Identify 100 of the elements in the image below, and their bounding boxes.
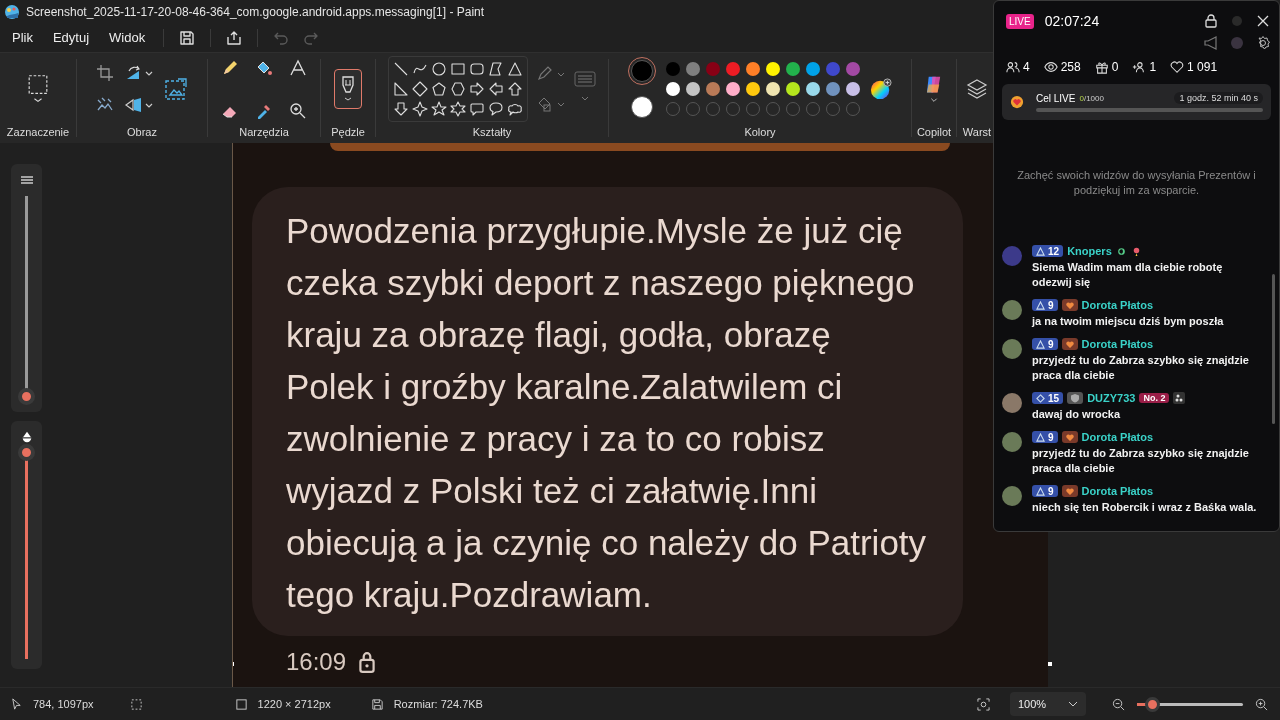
color-swatch[interactable]	[726, 62, 740, 77]
color-swatch[interactable]	[786, 62, 800, 77]
heart-badge-icon	[1061, 338, 1078, 350]
zoom-dropdown[interactable]: 100%	[1010, 692, 1086, 717]
arrow-right-icon[interactable]	[469, 81, 485, 98]
color-swatch[interactable]	[666, 62, 680, 77]
color-swatch[interactable]	[746, 62, 760, 77]
level-number: 15	[1048, 392, 1060, 404]
chat-message: Siema Wadim mam dla ciebie robotę odezwij się	[1032, 260, 1224, 290]
arrow-left-icon[interactable]	[488, 81, 504, 98]
four-point-star-icon[interactable]	[412, 101, 428, 118]
scrollbar[interactable]	[1272, 274, 1275, 424]
color-swatch[interactable]	[666, 82, 680, 97]
hexagon-icon[interactable]	[450, 81, 466, 98]
megaphone-icon[interactable]	[1203, 35, 1219, 51]
knot-icon	[1115, 245, 1127, 257]
user-name[interactable]: Dorota Płatos	[1081, 338, 1154, 350]
close-icon[interactable]	[1255, 13, 1271, 29]
chat-message: dawaj do wrocka	[1032, 407, 1122, 422]
triangle-icon	[1036, 246, 1045, 256]
magnifier-icon[interactable]	[289, 101, 307, 120]
opacity-slider-thumb[interactable]	[18, 443, 35, 461]
arrow-up-icon[interactable]	[507, 81, 523, 98]
color-swatch[interactable]	[846, 62, 860, 77]
canvas-size-icon	[234, 697, 248, 711]
speech-bubble-icon[interactable]	[469, 101, 485, 118]
avatar[interactable]	[1002, 432, 1022, 452]
text-icon[interactable]	[289, 58, 307, 77]
user-name[interactable]: Dorota Płatos	[1081, 485, 1154, 497]
color-swatch[interactable]	[786, 82, 800, 97]
goal-time-remaining: 1 godz. 52 min 40 s	[1174, 92, 1263, 104]
avatar[interactable]	[1002, 339, 1022, 359]
rectangle-icon[interactable]	[450, 61, 466, 78]
avatar[interactable]	[1002, 300, 1022, 320]
fit-to-window-icon[interactable]	[977, 697, 990, 711]
zoom-slider-thumb[interactable]	[1144, 696, 1160, 712]
menu-item[interactable]: Plik	[4, 26, 41, 50]
color-wheel-icon[interactable]	[870, 78, 892, 101]
pentagon-icon[interactable]	[431, 81, 447, 98]
six-point-star-icon[interactable]	[450, 101, 466, 118]
cloud-callout-icon[interactable]	[507, 101, 523, 118]
diamond-icon[interactable]	[412, 81, 428, 98]
brush-button[interactable]	[334, 69, 362, 110]
color-swatch[interactable]	[686, 62, 700, 77]
star-icon[interactable]	[431, 101, 447, 118]
resize-handle[interactable]	[1048, 661, 1052, 666]
color-swatch[interactable]	[846, 82, 860, 97]
line-icon[interactable]	[393, 61, 409, 78]
goal-title: Cel LIVE	[1036, 92, 1076, 104]
stat-value: 258	[1060, 60, 1081, 74]
size-slider-thumb[interactable]	[18, 388, 35, 406]
triangle-icon[interactable]	[507, 61, 523, 78]
likes-icon	[1170, 60, 1185, 74]
views-icon	[1043, 60, 1058, 74]
menu-item[interactable]: Edytuj	[44, 26, 98, 50]
size-icon	[19, 173, 34, 186]
fill-style-icon[interactable]	[536, 95, 566, 114]
crop-icon[interactable]	[96, 64, 114, 83]
heart-badge-icon	[1061, 299, 1078, 311]
color-swatch[interactable]	[746, 82, 760, 97]
zoom-in-icon[interactable]	[1255, 697, 1268, 711]
color-swatch[interactable]	[686, 82, 700, 97]
file-size: Rozmiar: 724.7KB	[393, 698, 483, 711]
flip-icon[interactable]	[124, 96, 154, 115]
gift-prompt: Zachęć swoich widzów do wysyłania Prezentów i podziękuj im za wsparcie.	[1016, 168, 1257, 198]
heart-badge-icon	[1061, 485, 1078, 497]
selection-icon[interactable]	[26, 74, 50, 105]
color-swatch[interactable]	[766, 82, 780, 97]
triangle-icon	[1036, 300, 1045, 310]
polygon-icon[interactable]	[488, 61, 504, 78]
color-swatch[interactable]	[766, 62, 780, 77]
zoom-out-icon[interactable]	[1112, 697, 1125, 711]
status-dot-icon[interactable]	[1229, 13, 1245, 29]
avatar[interactable]	[1002, 486, 1022, 506]
color-swatch[interactable]	[806, 62, 820, 77]
color-swatch[interactable]	[706, 82, 720, 97]
group-label: Copilot	[916, 125, 952, 140]
lock-icon[interactable]	[1203, 13, 1219, 29]
rank-badge: No. 2	[1139, 393, 1170, 403]
arrow-down-icon[interactable]	[393, 101, 409, 118]
oval-callout-icon[interactable]	[488, 101, 504, 118]
user-name[interactable]: Knopers	[1067, 245, 1112, 257]
user-name[interactable]: Dorota Płatos	[1081, 431, 1154, 443]
right-triangle-icon[interactable]	[393, 81, 409, 98]
goal-card[interactable]: Cel LIVE 0/1000 1 godz. 52 min 40 s	[1002, 84, 1271, 120]
menu-item[interactable]: Widok	[101, 26, 154, 50]
color-swatch[interactable]	[726, 82, 740, 97]
user-name[interactable]: DUZY733	[1087, 392, 1136, 404]
color-swatch[interactable]	[826, 62, 840, 77]
avatar[interactable]	[1002, 393, 1022, 413]
color-swatch[interactable]	[806, 82, 820, 97]
pencil-icon[interactable]	[221, 58, 239, 77]
color-swatch[interactable]	[826, 82, 840, 97]
level-number: 9	[1048, 485, 1054, 497]
level-number: 9	[1048, 431, 1054, 443]
level-number: 9	[1048, 299, 1054, 311]
save-icon[interactable]	[178, 28, 197, 47]
user-name[interactable]: Dorota Płatos	[1081, 299, 1154, 311]
settings-icon[interactable]	[1255, 35, 1271, 51]
color-swatch[interactable]	[706, 62, 720, 77]
